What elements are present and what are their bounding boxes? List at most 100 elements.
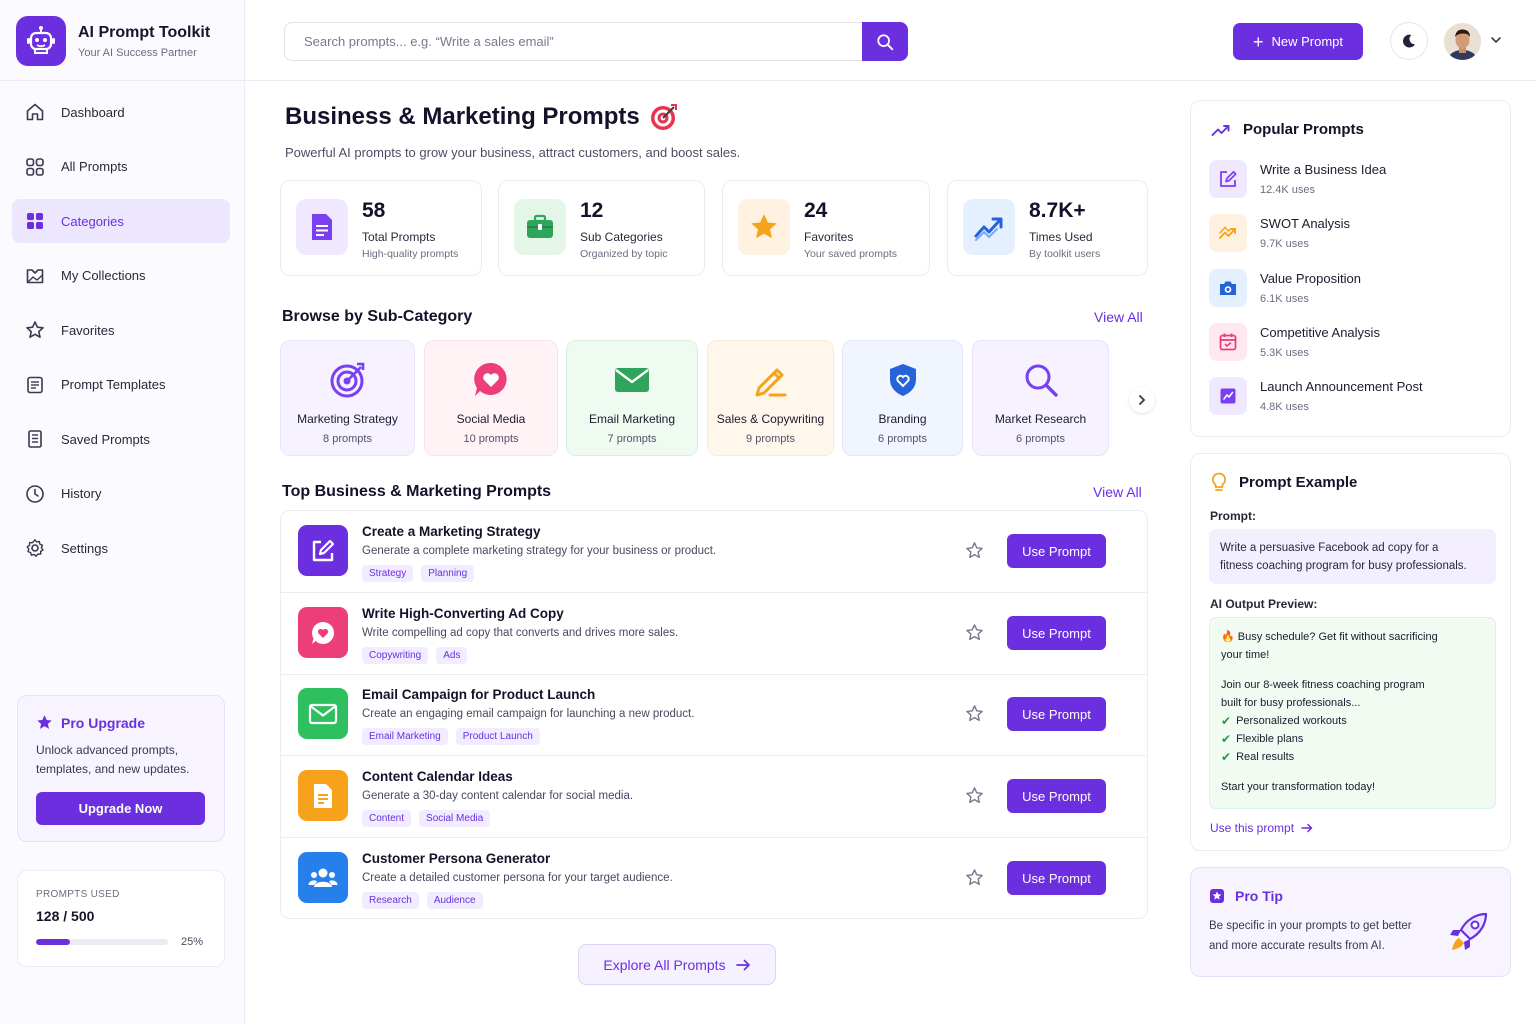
table-row[interactable]: Customer Persona Generator Create a deta… xyxy=(281,838,1147,920)
check-item: ✔ Personalized workouts xyxy=(1221,712,1484,730)
list-item[interactable]: Value Proposition 6.1K uses xyxy=(1209,269,1361,307)
stat-value: 8.7K+ xyxy=(1029,199,1086,222)
categories-icon xyxy=(24,210,46,232)
pro-upgrade-card: Pro Upgrade Unlock advanced prompts, tem… xyxy=(17,695,225,842)
subcategory-card-sales-copywriting[interactable]: Sales & Copywriting 9 prompts xyxy=(707,340,834,456)
tag[interactable]: Audience xyxy=(426,892,483,909)
subcategory-card-marketing-strategy[interactable]: Marketing Strategy 8 prompts xyxy=(280,340,415,456)
table-row[interactable]: Create a Marketing Strategy Generate a c… xyxy=(281,511,1147,593)
use-prompt-button[interactable]: Use Prompt xyxy=(1007,779,1106,813)
sidebar-item-saved-prompts[interactable]: Saved Prompts xyxy=(12,417,230,461)
tag[interactable]: Social Media xyxy=(419,810,491,827)
tag[interactable]: Content xyxy=(362,810,412,827)
favorite-star-icon[interactable] xyxy=(965,704,984,723)
target-icon xyxy=(649,102,679,132)
table-row[interactable]: Content Calendar Ideas Generate a 30-day… xyxy=(281,756,1147,838)
heart-chat-icon xyxy=(472,361,510,399)
prompt-description: Generate a 30-day content calendar for s… xyxy=(362,790,634,802)
top-prompts-section-title: Top Business & Marketing Prompts xyxy=(282,483,552,500)
heart-chat-icon xyxy=(298,607,348,658)
chart-icon xyxy=(1209,214,1247,252)
document-icon xyxy=(298,770,348,821)
browse-view-all-link[interactable]: View All xyxy=(1094,309,1143,325)
table-row[interactable]: Write High-Converting Ad Copy Write comp… xyxy=(281,593,1147,675)
use-prompt-button[interactable]: Use Prompt xyxy=(1007,861,1106,895)
chevron-down-icon[interactable] xyxy=(1490,34,1502,46)
tag[interactable]: Strategy xyxy=(362,565,414,582)
explore-label: Explore All Prompts xyxy=(603,956,726,973)
subcategory-card-email-marketing[interactable]: Email Marketing 7 prompts xyxy=(566,340,698,456)
tag[interactable]: Copywriting xyxy=(362,647,429,664)
list-item[interactable]: Launch Announcement Post 4.8K uses xyxy=(1209,377,1423,415)
sidebar-item-my-collections[interactable]: My Collections xyxy=(12,254,230,298)
use-prompt-button[interactable]: Use Prompt xyxy=(1007,697,1106,731)
prompt-title: Write High-Converting Ad Copy xyxy=(362,606,564,621)
list-item[interactable]: Write a Business Idea 12.4K uses xyxy=(1209,160,1386,198)
top-prompts-view-all-link[interactable]: View All xyxy=(1093,484,1142,500)
tag[interactable]: Ads xyxy=(436,647,468,664)
tag[interactable]: Research xyxy=(362,892,419,909)
star-badge-icon xyxy=(1209,888,1225,904)
sidebar-item-label: My Collections xyxy=(61,268,146,283)
table-row[interactable]: Email Campaign for Product Launch Create… xyxy=(281,674,1147,756)
subcategory-count: 8 prompts xyxy=(323,433,372,445)
use-prompt-button[interactable]: Use Prompt xyxy=(1007,616,1106,650)
sidebar-item-label: Saved Prompts xyxy=(61,431,150,447)
subcategory-card-branding[interactable]: Branding 6 prompts xyxy=(842,340,963,456)
checkmark-icon: ✔ xyxy=(1221,714,1232,728)
favorite-star-icon[interactable] xyxy=(965,623,984,642)
popular-prompts-title: Popular Prompts xyxy=(1243,121,1364,138)
carousel-next-button[interactable] xyxy=(1129,387,1155,413)
tag[interactable]: Planning xyxy=(421,565,475,582)
stat-value: 12 xyxy=(580,199,604,222)
favorite-star-icon[interactable] xyxy=(965,786,984,805)
sidebar-item-favorites[interactable]: Favorites xyxy=(12,308,230,352)
plus-icon: + xyxy=(1252,31,1264,52)
sidebar-item-label: Favorites xyxy=(61,322,115,338)
output-line: 🔥 Busy schedule? Get fit without sacrifi… xyxy=(1221,631,1438,643)
theme-toggle-button[interactable] xyxy=(1390,22,1428,60)
explore-all-prompts-button[interactable]: Explore All Prompts xyxy=(578,944,776,985)
subcategory-card-social-media[interactable]: Social Media 10 prompts xyxy=(424,340,558,456)
sidebar-item-history[interactable]: History xyxy=(12,472,230,516)
favorite-star-icon[interactable] xyxy=(965,868,984,887)
document-icon xyxy=(296,199,348,255)
subcategory-card-market-research[interactable]: Market Research 6 prompts xyxy=(972,340,1109,456)
pro-tip-card: Pro Tip Be specific in your prompts to g… xyxy=(1190,867,1511,977)
use-this-prompt-link[interactable]: Use this prompt xyxy=(1210,821,1313,835)
mail-icon xyxy=(298,688,348,739)
brand[interactable]: AI Prompt Toolkit Your AI Success Partne… xyxy=(16,16,210,66)
usage-progress-fill xyxy=(36,939,70,945)
popular-prompt-uses: 9.7K uses xyxy=(1260,238,1309,250)
subcategory-count: 6 prompts xyxy=(878,433,927,445)
favorite-star-icon[interactable] xyxy=(965,541,984,560)
target-icon xyxy=(329,361,367,399)
tag[interactable]: Email Marketing xyxy=(362,728,448,745)
popular-prompts-card: Popular Prompts Write a Business Idea 12… xyxy=(1190,100,1511,437)
new-prompt-button[interactable]: + New Prompt xyxy=(1233,23,1363,60)
tag[interactable]: Product Launch xyxy=(455,728,540,745)
sidebar-item-categories[interactable]: Categories xyxy=(12,199,230,243)
list-item[interactable]: SWOT Analysis 9.7K uses xyxy=(1209,214,1350,252)
moon-icon xyxy=(1401,33,1417,49)
top-header: + New Prompt xyxy=(245,0,1536,81)
mail-icon xyxy=(613,361,651,399)
stat-label: Times Used xyxy=(1029,230,1093,244)
avatar[interactable] xyxy=(1444,23,1481,60)
example-prompt-line: fitness coaching program for busy profes… xyxy=(1220,560,1467,572)
upgrade-now-button[interactable]: Upgrade Now xyxy=(36,792,205,825)
prompt-description: Generate a complete marketing strategy f… xyxy=(362,545,717,557)
sidebar-item-dashboard[interactable]: Dashboard xyxy=(12,90,230,134)
sidebar-item-all-prompts[interactable]: All Prompts xyxy=(12,145,230,189)
check-item: ✔ Real results xyxy=(1221,748,1484,766)
list-item[interactable]: Competitive Analysis 5.3K uses xyxy=(1209,323,1380,361)
search-button[interactable] xyxy=(862,22,908,61)
use-prompt-button[interactable]: Use Prompt xyxy=(1007,534,1106,568)
sidebar-item-prompt-templates[interactable]: Prompt Templates xyxy=(12,363,230,407)
sidebar-item-settings[interactable]: Settings xyxy=(12,526,230,570)
stat-sublabel: Organized by topic xyxy=(580,248,668,260)
example-prompt-box: Write a persuasive Facebook ad copy for … xyxy=(1209,529,1496,584)
search-input[interactable] xyxy=(285,23,863,60)
check-item-label: Personalized workouts xyxy=(1236,715,1347,727)
stat-sublabel: Your saved prompts xyxy=(804,248,897,260)
